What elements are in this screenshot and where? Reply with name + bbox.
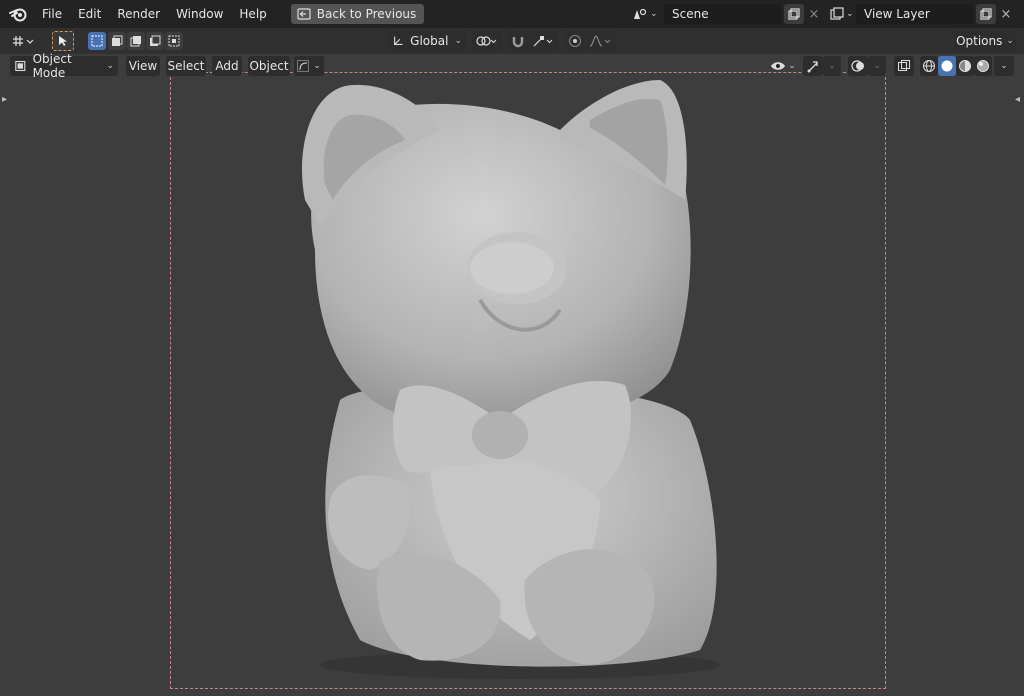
pivot-point-dropdown[interactable] xyxy=(472,31,502,51)
snap-toggle[interactable] xyxy=(508,31,528,51)
tool-header: Global ⌄ Options ⌄ xyxy=(0,28,1024,54)
cursor-select-icon xyxy=(59,36,67,46)
overlay-icon xyxy=(851,60,864,72)
menu-help[interactable]: Help xyxy=(231,3,274,25)
xray-toggle[interactable] xyxy=(894,56,914,76)
object-mode-icon xyxy=(15,60,26,72)
pivot-icon xyxy=(476,36,497,46)
transform-orientation-label: Global xyxy=(410,34,449,48)
menu-add[interactable]: Add xyxy=(212,56,242,76)
shading-rendered-button[interactable] xyxy=(974,56,992,76)
menu-object[interactable]: Object xyxy=(248,56,290,76)
delete-scene-button[interactable]: × xyxy=(804,4,824,24)
delete-view-layer-button[interactable]: × xyxy=(996,4,1016,24)
rendered-shading-icon xyxy=(977,60,989,72)
duplicate-icon xyxy=(788,8,800,20)
shading-material-button[interactable] xyxy=(956,56,974,76)
select-mode-subtract-button[interactable] xyxy=(127,32,145,50)
chevron-down-icon: ⌄ xyxy=(873,61,881,71)
top-bar: File Edit Render Window Help Back to Pre… xyxy=(0,0,1024,28)
chevron-down-icon: ⌄ xyxy=(828,61,836,71)
scene-selector: ⌄ Scene × xyxy=(628,4,824,24)
select-mode-intersect-button[interactable] xyxy=(165,32,183,50)
orientation-global-icon xyxy=(394,36,403,46)
chevron-down-icon: ⌄ xyxy=(454,36,462,46)
magnet-snap-icon xyxy=(512,37,524,48)
select-box-icon xyxy=(91,35,103,47)
proportional-falloff-dropdown[interactable] xyxy=(586,31,616,51)
proportional-edit-icon xyxy=(569,35,581,47)
wireframe-shading-icon xyxy=(923,60,935,72)
scene-icon xyxy=(632,7,648,21)
scene-browse-button[interactable]: ⌄ xyxy=(628,4,660,24)
viewport-header: Object Mode ⌄ View Select Add Object ⌄ ⌄… xyxy=(0,52,1024,80)
duplicate-icon xyxy=(980,8,992,20)
chevron-down-icon: ⌄ xyxy=(1000,61,1008,71)
transform-orientation-dropdown[interactable]: Global ⌄ xyxy=(388,31,466,51)
solid-shading-icon xyxy=(941,60,953,72)
chevron-left-icon[interactable]: ◂ xyxy=(1015,94,1020,105)
chevron-down-icon: ⌄ xyxy=(1006,36,1014,46)
gizmo-toggle[interactable] xyxy=(803,56,823,76)
chevron-down-icon: ⌄ xyxy=(106,61,114,71)
close-icon: × xyxy=(1000,6,1012,22)
curve-tool-dropdown[interactable]: ⌄ xyxy=(294,56,324,76)
shading-solid-button[interactable] xyxy=(938,56,956,76)
overlays-dropdown[interactable]: ⌄ xyxy=(868,56,886,76)
gizmo-icon xyxy=(807,61,818,73)
shading-options-dropdown[interactable]: ⌄ xyxy=(994,56,1014,76)
view-layer-name-field[interactable]: View Layer xyxy=(856,4,974,24)
chevron-down-icon: ⌄ xyxy=(650,9,658,19)
select-mode-new-button[interactable] xyxy=(88,32,106,50)
select-tool-button[interactable] xyxy=(52,31,74,51)
select-difference-icon xyxy=(150,35,161,46)
menu-select[interactable]: Select xyxy=(166,56,206,76)
chevron-right-icon[interactable]: ▸ xyxy=(2,94,7,105)
gizmo-dropdown[interactable]: ⌄ xyxy=(823,56,841,76)
menu-window[interactable]: Window xyxy=(168,3,231,25)
back-to-previous-button[interactable]: Back to Previous xyxy=(290,4,425,24)
new-view-layer-button[interactable] xyxy=(976,4,996,24)
chevron-down-icon: ⌄ xyxy=(846,9,854,19)
close-icon: × xyxy=(808,6,820,22)
viewport-editor-icon xyxy=(13,36,34,46)
overlays-toggle[interactable] xyxy=(848,56,868,76)
shading-wireframe-button[interactable] xyxy=(920,56,938,76)
chevron-down-icon: ⌄ xyxy=(313,61,321,71)
object-mode-label: Object Mode xyxy=(32,52,72,80)
menu-file[interactable]: File xyxy=(34,3,70,25)
visibility-dropdown[interactable]: ⌄ xyxy=(768,56,798,76)
back-icon xyxy=(297,8,311,20)
falloff-curve-icon xyxy=(589,35,611,47)
menu-render[interactable]: Render xyxy=(109,3,168,25)
curve-icon xyxy=(297,60,310,72)
menu-view[interactable]: View xyxy=(126,56,160,76)
view-layer-browse-button[interactable]: ⌄ xyxy=(826,4,856,24)
select-extend-icon xyxy=(112,35,123,46)
chevron-down-icon: ⌄ xyxy=(788,61,796,71)
select-mode-extend-button[interactable] xyxy=(108,32,126,50)
material-shading-icon xyxy=(959,60,971,72)
options-dropdown[interactable]: Options ⌄ xyxy=(954,31,1016,51)
back-to-previous-label: Back to Previous xyxy=(316,7,417,21)
eye-icon xyxy=(771,62,786,70)
select-intersect-icon xyxy=(168,35,180,47)
xray-icon xyxy=(898,60,910,71)
view-layer-icon xyxy=(830,7,844,21)
blender-logo-icon[interactable] xyxy=(8,4,28,24)
object-mode-dropdown[interactable]: Object Mode ⌄ xyxy=(10,52,118,80)
snap-target-dropdown[interactable] xyxy=(528,31,558,51)
select-subtract-icon xyxy=(130,36,141,47)
menu-edit[interactable]: Edit xyxy=(70,3,109,25)
scene-name-field[interactable]: Scene xyxy=(664,4,782,24)
view-layer-selector: ⌄ View Layer × xyxy=(826,4,1016,24)
proportional-edit-toggle[interactable] xyxy=(565,31,585,51)
camera-frame xyxy=(170,72,886,689)
snap-target-icon xyxy=(533,36,553,47)
new-scene-button[interactable] xyxy=(784,4,804,24)
3d-viewport[interactable]: ▸ ◂ xyxy=(0,54,1024,696)
editor-type-button[interactable] xyxy=(8,31,40,51)
select-mode-difference-button[interactable] xyxy=(146,32,164,50)
options-label: Options xyxy=(956,34,1003,48)
